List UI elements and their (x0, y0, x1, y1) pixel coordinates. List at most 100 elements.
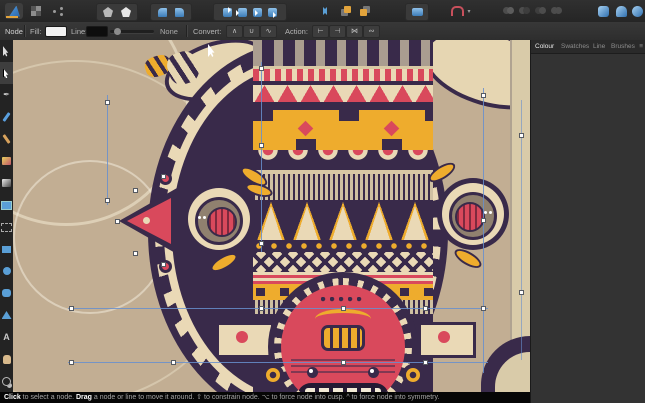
fill-tool[interactable] (0, 150, 13, 172)
move-to-front-icon (341, 6, 351, 16)
tab-swatches[interactable]: Swatches (561, 40, 589, 52)
move-tool[interactable] (0, 40, 13, 62)
selection-node[interactable] (69, 306, 74, 311)
artwork-band (253, 150, 433, 170)
insertion-ontop-icon[interactable] (268, 8, 277, 17)
sphere-icon (632, 6, 643, 17)
ellipse-tool[interactable] (0, 260, 13, 282)
view-mode-button-2[interactable] (613, 3, 629, 19)
pen-tool[interactable]: ✒ (0, 84, 13, 106)
zoom-tool[interactable] (0, 370, 13, 392)
rectangle-tool[interactable] (0, 238, 13, 260)
selection-node[interactable] (105, 100, 110, 105)
selection-node[interactable] (171, 360, 176, 365)
selection-node[interactable] (259, 143, 264, 148)
insertion-inside-icon[interactable] (253, 8, 262, 17)
transparency-tool[interactable] (0, 172, 13, 194)
boolean-subtract-icon[interactable] (519, 7, 530, 15)
action-smooth-icon[interactable]: ∾ (363, 25, 380, 38)
selection-node[interactable] (481, 93, 486, 98)
artwork-dot (370, 369, 374, 373)
selection-node[interactable] (259, 306, 264, 311)
pixel-persona-button[interactable] (27, 3, 45, 19)
pencil-tool[interactable] (0, 106, 13, 128)
tab-line[interactable]: Line (593, 40, 605, 52)
stroke-style-dropdown[interactable]: None (160, 27, 178, 36)
triangle-tool[interactable] (0, 304, 13, 326)
action-join-icon[interactable]: ⋈ (346, 25, 363, 38)
move-to-back-button[interactable] (357, 3, 373, 19)
flip-horizontal-button[interactable] (316, 3, 334, 19)
pentagon-solid-icon[interactable] (103, 7, 113, 17)
status-bar: Click to select a node. Drag a node or l… (0, 392, 530, 403)
boolean-add-icon[interactable] (503, 7, 514, 15)
vector-crop-tool[interactable] (0, 194, 13, 216)
selection-path-line (521, 100, 522, 360)
tab-brushes[interactable]: Brushes (611, 40, 635, 52)
export-persona-button[interactable] (49, 3, 67, 19)
separator (186, 25, 187, 37)
corner-smooth-icon[interactable] (158, 8, 167, 17)
convert-smart-icon[interactable]: ∿ (260, 25, 277, 38)
cube-icon (616, 6, 627, 17)
snapping-toggle-button[interactable]: ▾ (448, 3, 474, 19)
canvas[interactable] (13, 40, 530, 392)
brush-tool[interactable] (0, 128, 13, 150)
selection-node[interactable] (161, 262, 166, 267)
rounded-rectangle-tool[interactable] (0, 282, 13, 304)
status-text: to select a node. (21, 394, 76, 401)
pen-icon: ✒ (3, 91, 10, 99)
active-tool-label: Node (5, 27, 23, 36)
pentagon-outline-icon[interactable] (121, 7, 131, 17)
artwork-dot (143, 217, 150, 224)
node-tool[interactable] (0, 62, 13, 84)
status-keyword: Click (4, 394, 21, 401)
marquee-tool[interactable] (0, 216, 13, 238)
selection-node[interactable] (259, 66, 264, 71)
tab-colour[interactable]: Colour (535, 40, 554, 52)
selection-node[interactable] (115, 219, 120, 224)
selection-node[interactable] (69, 360, 74, 365)
line-swatch[interactable] (86, 26, 108, 37)
view-mode-button-3[interactable] (630, 3, 644, 19)
artwork-face-dots (321, 297, 366, 302)
snapping-options-button[interactable] (405, 3, 429, 21)
insertion-target-icon[interactable] (223, 8, 232, 17)
convert-sharp-icon[interactable]: ∧ (226, 25, 243, 38)
corner-sharp-icon[interactable] (175, 8, 184, 17)
artwork-side-strip (216, 322, 274, 358)
boolean-divide-icon[interactable] (551, 7, 562, 15)
selection-node[interactable] (423, 306, 428, 311)
selection-node[interactable] (161, 174, 166, 179)
move-to-front-button[interactable] (338, 3, 354, 19)
text-tool[interactable]: A (0, 326, 13, 348)
selection-node[interactable] (341, 360, 346, 365)
selection-node[interactable] (105, 198, 110, 203)
selection-node[interactable] (423, 360, 428, 365)
selection-node[interactable] (519, 133, 524, 138)
action-close-icon[interactable]: ⊣ (329, 25, 346, 38)
selection-node[interactable] (481, 218, 486, 223)
view-tool[interactable] (0, 348, 13, 370)
selection-node[interactable] (481, 306, 486, 311)
view-mode-button-1[interactable] (595, 3, 611, 19)
selection-node[interactable] (519, 290, 524, 295)
selection-node[interactable] (133, 188, 138, 193)
designer-sail-icon (8, 6, 20, 17)
slider-thumb[interactable] (114, 28, 121, 35)
fill-swatch[interactable] (45, 26, 67, 37)
selection-node[interactable] (133, 251, 138, 256)
insertion-behind-icon[interactable] (238, 8, 247, 17)
boolean-ops-group (500, 3, 564, 19)
selection-node[interactable] (341, 306, 346, 311)
panel-menu-icon[interactable]: ≡ (639, 40, 643, 52)
draw-persona-button[interactable] (5, 3, 23, 19)
pencil-icon (2, 112, 10, 122)
convert-smooth-icon[interactable]: ∪ (243, 25, 260, 38)
tool-palette: ✒ A (0, 40, 14, 392)
selection-node[interactable] (259, 241, 264, 246)
boolean-intersect-icon[interactable] (535, 7, 546, 15)
artwork-face-eye (368, 367, 379, 378)
stroke-width-slider[interactable] (110, 30, 154, 33)
action-break-icon[interactable]: ⊢ (312, 25, 329, 38)
